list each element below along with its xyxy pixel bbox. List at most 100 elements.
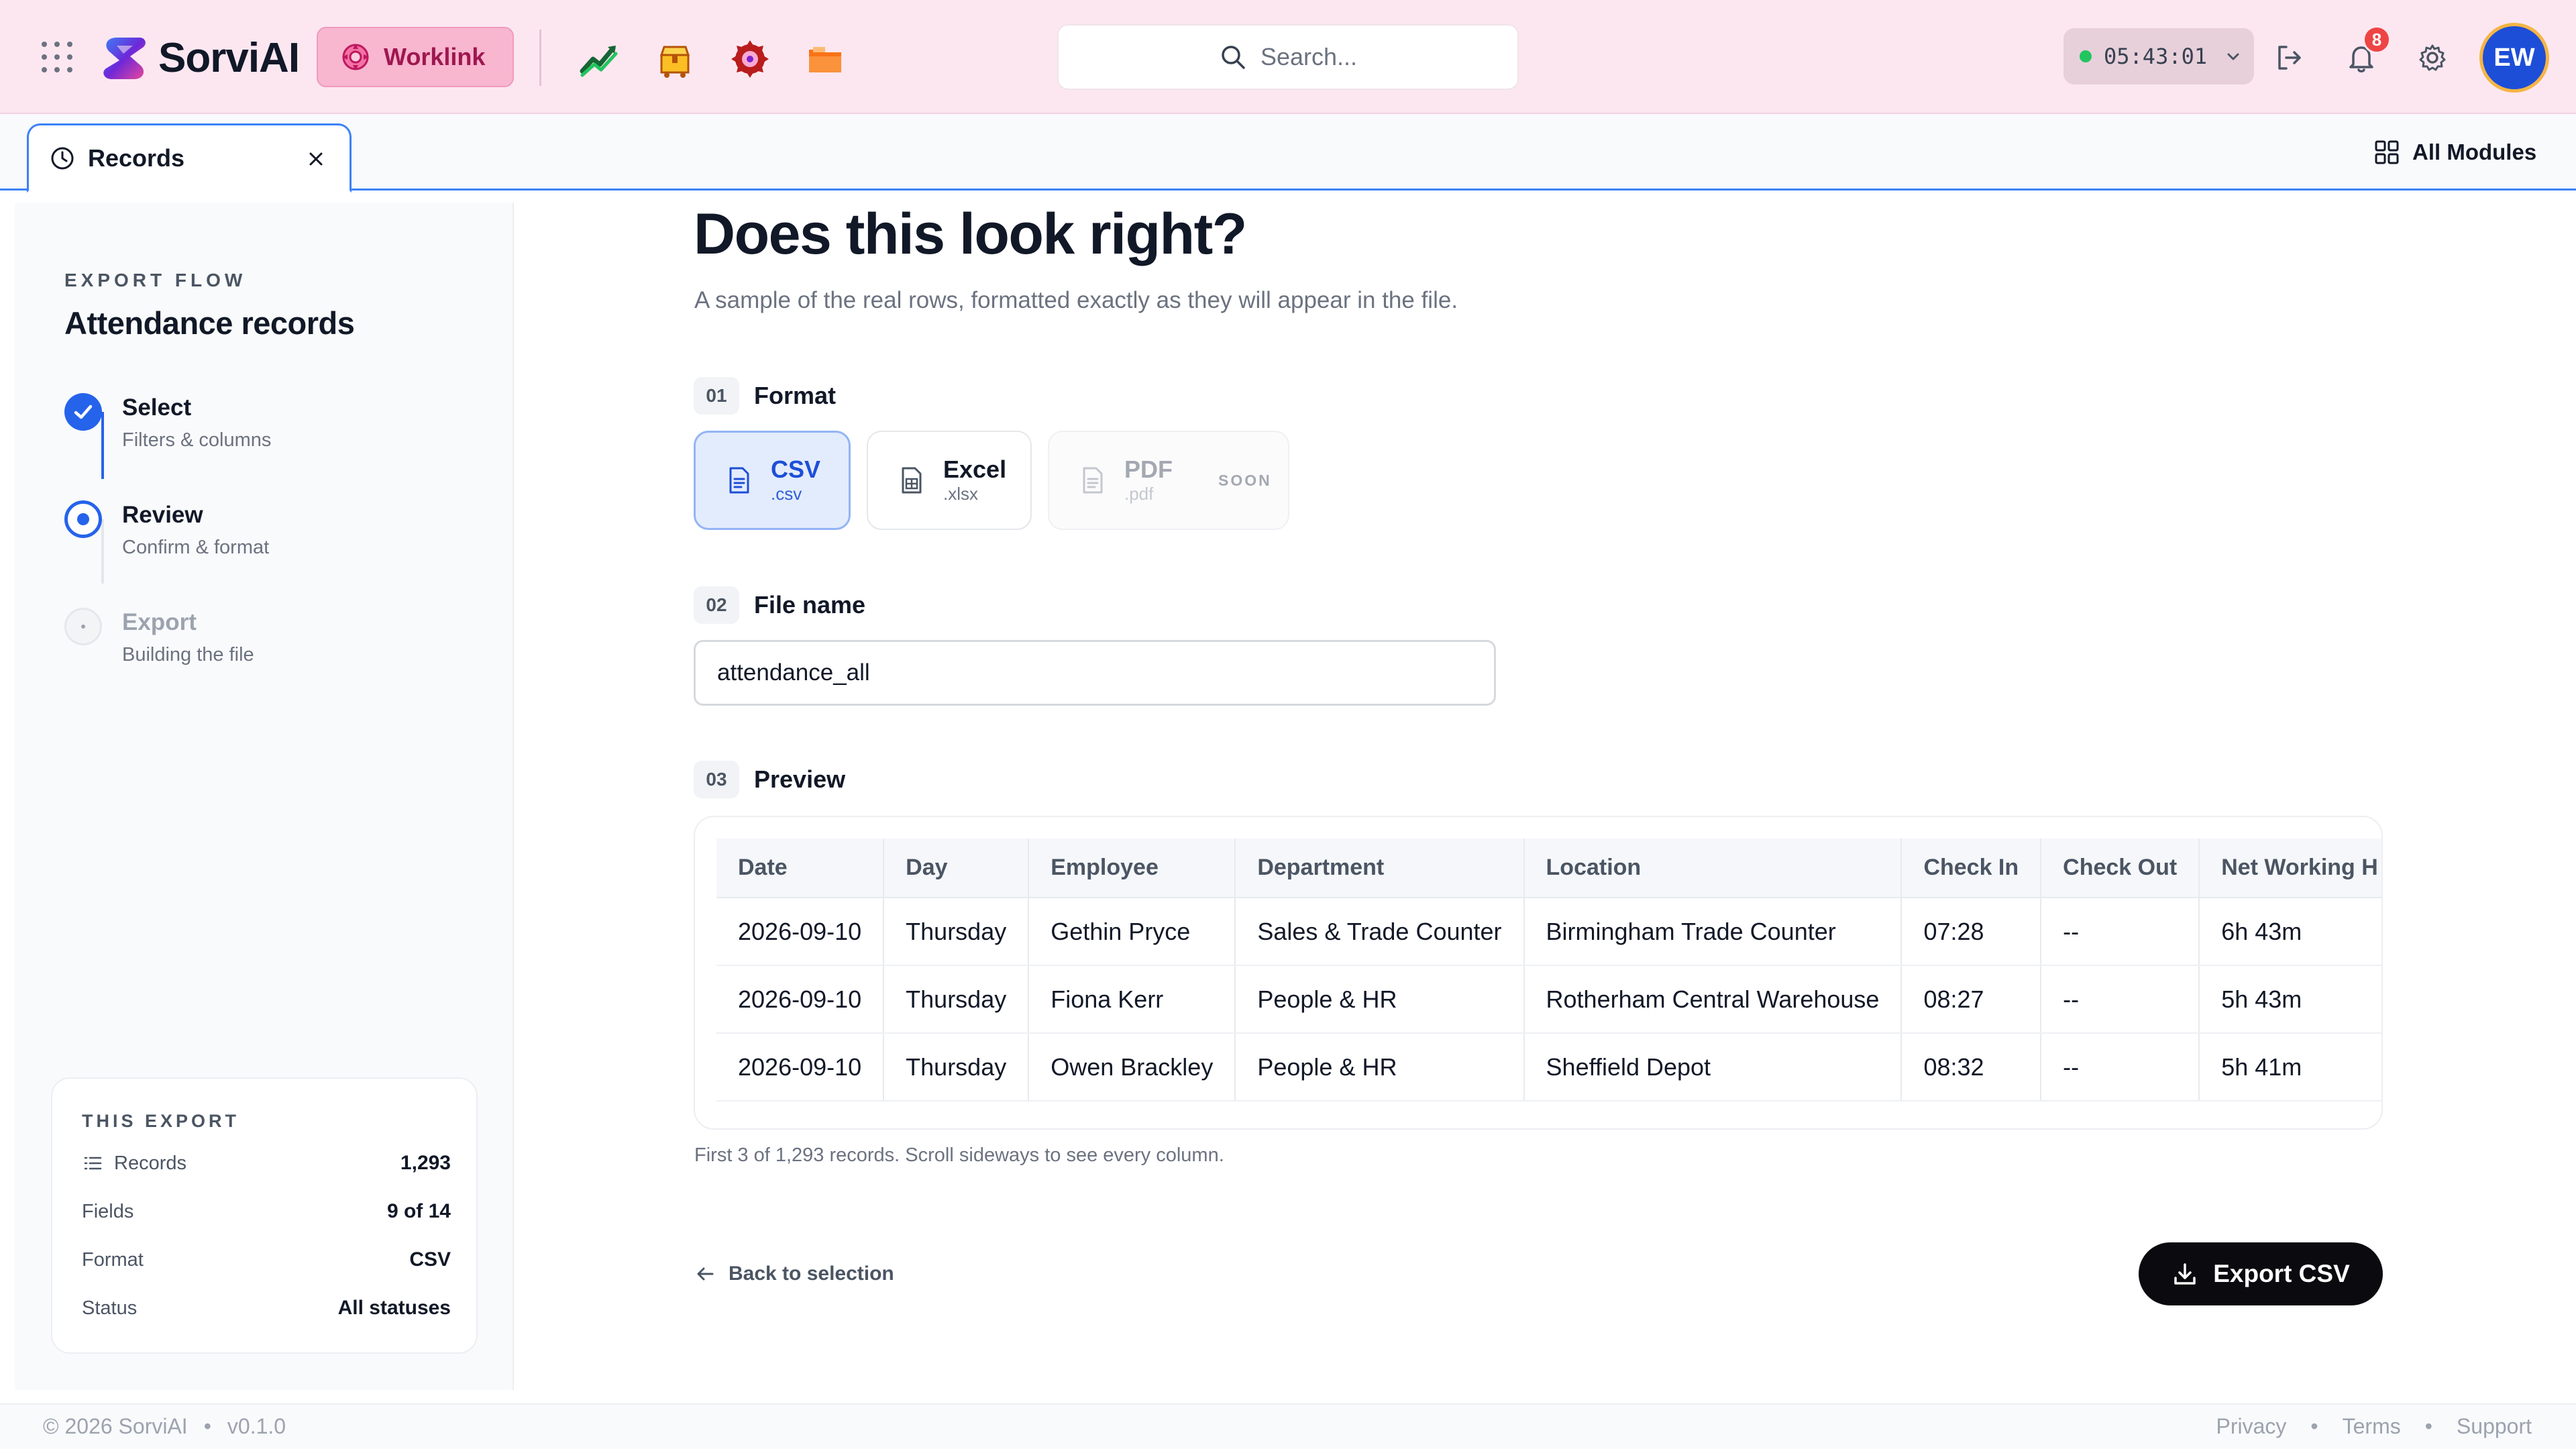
table-cell: 08:32: [1901, 1033, 2042, 1102]
section-label: Format: [754, 382, 837, 409]
search-placeholder: Search...: [1260, 43, 1358, 70]
worklink-label: Worklink: [384, 43, 486, 70]
step-title: Review: [122, 502, 203, 528]
footer-link-privacy[interactable]: Privacy: [2216, 1414, 2287, 1439]
tab-bar: Records All Modules: [0, 114, 2576, 193]
timer-value: 05:43:01: [2104, 44, 2208, 69]
list-icon: [84, 1157, 102, 1170]
table-row: 2026-09-10 Thursday Fiona Kerr People & …: [716, 965, 2381, 1034]
footer-link-support[interactable]: Support: [2457, 1414, 2532, 1439]
search-icon: [1222, 46, 1245, 69]
divider: [539, 30, 541, 86]
section-format-header: 01 Format: [694, 377, 836, 415]
table-cell: --: [2041, 898, 2200, 966]
section-number: 02: [694, 586, 739, 624]
column-header: Check In: [1901, 839, 2042, 898]
format-title: Excel: [943, 455, 1007, 483]
format-option-pdf: PDF .pdf SOON: [1048, 431, 1289, 530]
column-header: Day: [883, 839, 1030, 898]
table-row: 2026-09-10 Thursday Gethin Pryce Sales &…: [716, 898, 2381, 966]
format-extension: .csv: [771, 484, 802, 504]
table-cell: People & HR: [1235, 1033, 1525, 1102]
table-cell: Thursday: [883, 1033, 1030, 1102]
section-label: File name: [754, 591, 866, 619]
preview-card: Date Day Employee Department Location Ch…: [694, 816, 2383, 1130]
format-title: CSV: [771, 455, 821, 483]
format-title: PDF: [1124, 455, 1173, 483]
current-step-icon: [64, 500, 102, 538]
section-preview-header: 03 Preview: [694, 761, 845, 798]
file-icon: [1083, 467, 1103, 494]
delivery-box-icon[interactable]: [653, 38, 696, 80]
app-name: SorviAI: [158, 34, 300, 81]
column-header: Net Working H: [2199, 839, 2381, 898]
section-label: Preview: [754, 765, 846, 793]
export-csv-button[interactable]: Export CSV: [2139, 1242, 2383, 1305]
close-icon[interactable]: [305, 148, 327, 170]
trending-chart-icon[interactable]: [578, 38, 621, 80]
file-text-icon: [729, 467, 749, 494]
summary-key: Records: [114, 1152, 186, 1174]
tab-records[interactable]: Records: [27, 123, 352, 193]
download-icon: [2174, 1263, 2196, 1285]
section-filename-header: 02 File name: [694, 586, 865, 624]
step-subtitle: Confirm & format: [122, 537, 270, 558]
folder-icon[interactable]: [804, 38, 847, 80]
gear-icon[interactable]: [2416, 42, 2449, 74]
back-to-selection-link[interactable]: Back to selection: [694, 1257, 894, 1291]
table-cell: Gethin Pryce: [1028, 898, 1236, 966]
page-subtitle: A sample of the real rows, formatted exa…: [694, 287, 1458, 313]
step-title: Export: [122, 609, 197, 635]
version: v0.1.0: [227, 1414, 286, 1438]
step-title: Select: [122, 394, 192, 421]
table-header-row: Date Day Employee Department Location Ch…: [716, 839, 2381, 898]
filename-input[interactable]: [694, 640, 1496, 706]
step-subtitle: Filters & columns: [122, 429, 272, 451]
table-cell: 6h 43m: [2199, 898, 2381, 966]
summary-key: Fields: [82, 1200, 134, 1222]
table-row: 2026-09-10 Thursday Owen Brackley People…: [716, 1033, 2381, 1102]
preview-table-scroll[interactable]: Date Day Employee Department Location Ch…: [716, 839, 2381, 1110]
export-flow-sidebar: EXPORT FLOW Attendance records Select Fi…: [15, 203, 514, 1390]
summary-value: All statuses: [337, 1297, 451, 1319]
format-option-csv[interactable]: CSV .csv: [694, 431, 851, 530]
preview-caption: First 3 of 1,293 records. Scroll sideway…: [694, 1144, 1224, 1166]
all-modules-button[interactable]: All Modules: [2373, 136, 2536, 169]
all-modules-label: All Modules: [2412, 140, 2537, 164]
step-subtitle: Building the file: [122, 644, 254, 665]
session-timer[interactable]: 05:43:01: [2063, 28, 2254, 85]
table-cell: 07:28: [1901, 898, 2042, 966]
logo[interactable]: SorviAI: [99, 28, 300, 87]
tab-label: Records: [88, 144, 185, 172]
preview-table: Date Day Employee Department Location Ch…: [716, 839, 2381, 1102]
table-cell: 5h 43m: [2199, 965, 2381, 1034]
module-worklink-button[interactable]: Worklink: [317, 27, 514, 87]
table-cell: People & HR: [1235, 965, 1525, 1034]
logout-icon[interactable]: [2273, 42, 2305, 74]
footer-separator: •: [2424, 1414, 2432, 1438]
check-icon: [64, 393, 102, 431]
grid-icon: [2375, 140, 2399, 164]
table-cell: 2026-09-10: [716, 898, 885, 966]
search-input[interactable]: Search...: [1057, 24, 1519, 90]
footer-link-terms[interactable]: Terms: [2343, 1414, 2401, 1439]
column-header: Location: [1523, 839, 1902, 898]
table-cell: Rotherham Central Warehouse: [1523, 965, 1902, 1034]
sidebar-eyebrow: EXPORT FLOW: [64, 270, 247, 290]
table-cell: Thursday: [883, 965, 1030, 1034]
format-option-excel[interactable]: Excel .xlsx: [867, 431, 1032, 530]
table-cell: 5h 41m: [2199, 1033, 2381, 1102]
export-label: Export CSV: [2213, 1260, 2350, 1287]
app-grid-icon[interactable]: [42, 42, 72, 72]
sidebar-title: Attendance records: [64, 305, 355, 341]
top-bar: SorviAI Worklink Search... 05:43:01 8 EW: [0, 0, 2576, 114]
worklink-flower-icon: [342, 44, 369, 70]
footer: © 2026 SorviAI • v0.1.0 Privacy • Terms …: [0, 1403, 2576, 1449]
summary-row-status: Status All statuses: [82, 1293, 451, 1323]
notification-badge: 8: [2363, 25, 2391, 54]
gear-target-icon[interactable]: [729, 38, 771, 80]
summary-value: 1,293: [400, 1152, 451, 1174]
status-dot: [2080, 50, 2092, 62]
clock-icon: [51, 147, 74, 169]
user-avatar[interactable]: EW: [2479, 23, 2549, 93]
